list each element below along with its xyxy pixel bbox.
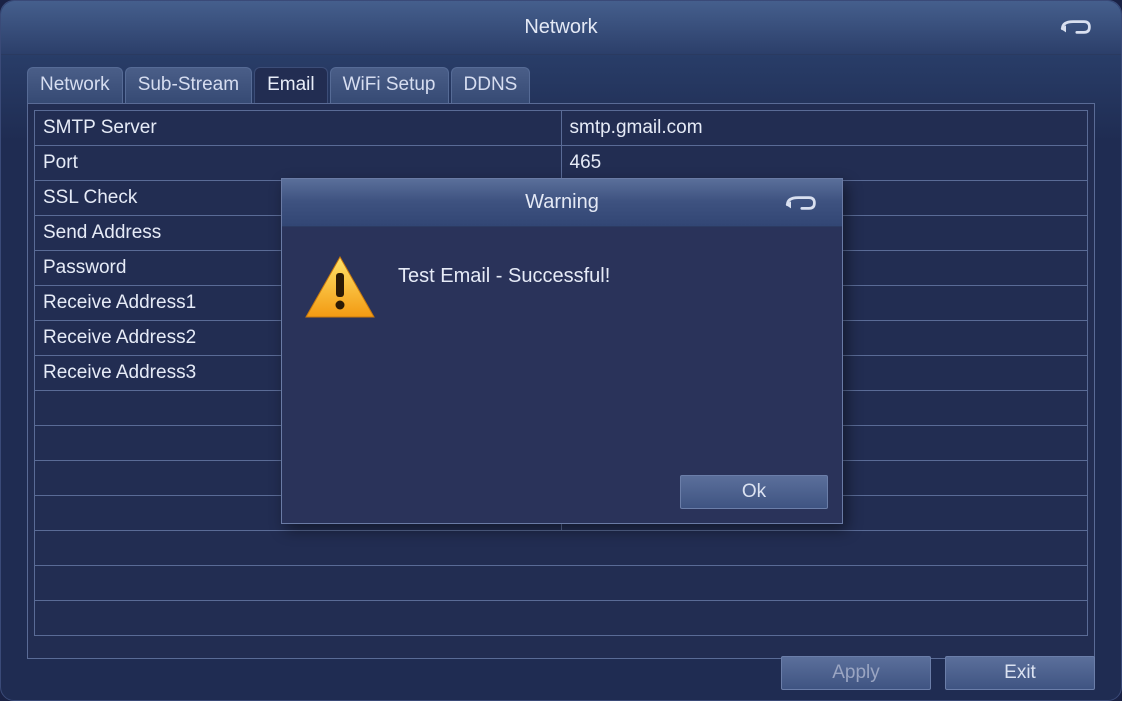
ok-button[interactable]: Ok	[680, 475, 828, 509]
value-port[interactable]: 465	[561, 146, 1088, 181]
tab-network[interactable]: Network	[27, 67, 123, 103]
network-window: Network Network Sub-Stream Email WiFi Se…	[0, 0, 1122, 701]
label-smtp-server: SMTP Server	[35, 111, 562, 146]
titlebar: Network	[1, 1, 1121, 55]
row-smtp-server: SMTP Server smtp.gmail.com	[35, 111, 1088, 146]
warning-dialog-back-icon[interactable]	[782, 191, 818, 215]
warning-dialog: Warning	[281, 178, 843, 524]
warning-dialog-body: Test Email - Successful!	[282, 227, 842, 321]
warning-dialog-title: Warning	[525, 191, 599, 214]
back-icon[interactable]	[1057, 15, 1093, 39]
tab-strip: Network Sub-Stream Email WiFi Setup DDNS	[27, 67, 1095, 103]
warning-icon	[304, 255, 376, 321]
row-port: Port 465	[35, 146, 1088, 181]
window-title: Network	[524, 16, 597, 39]
label-port: Port	[35, 146, 562, 181]
warning-dialog-footer: Ok	[680, 475, 828, 509]
tab-ddns[interactable]: DDNS	[451, 67, 531, 103]
row-empty-5	[35, 531, 1088, 566]
warning-dialog-titlebar: Warning	[282, 179, 842, 227]
footer-buttons: Apply Exit	[781, 656, 1095, 690]
warning-dialog-message: Test Email - Successful!	[398, 255, 610, 288]
row-empty-6	[35, 566, 1088, 601]
apply-button[interactable]: Apply	[781, 656, 931, 690]
tab-sub-stream[interactable]: Sub-Stream	[125, 67, 252, 103]
row-empty-7	[35, 601, 1088, 636]
tab-email[interactable]: Email	[254, 67, 328, 103]
tab-wifi-setup[interactable]: WiFi Setup	[330, 67, 449, 103]
exit-button[interactable]: Exit	[945, 656, 1095, 690]
value-smtp-server[interactable]: smtp.gmail.com	[561, 111, 1088, 146]
